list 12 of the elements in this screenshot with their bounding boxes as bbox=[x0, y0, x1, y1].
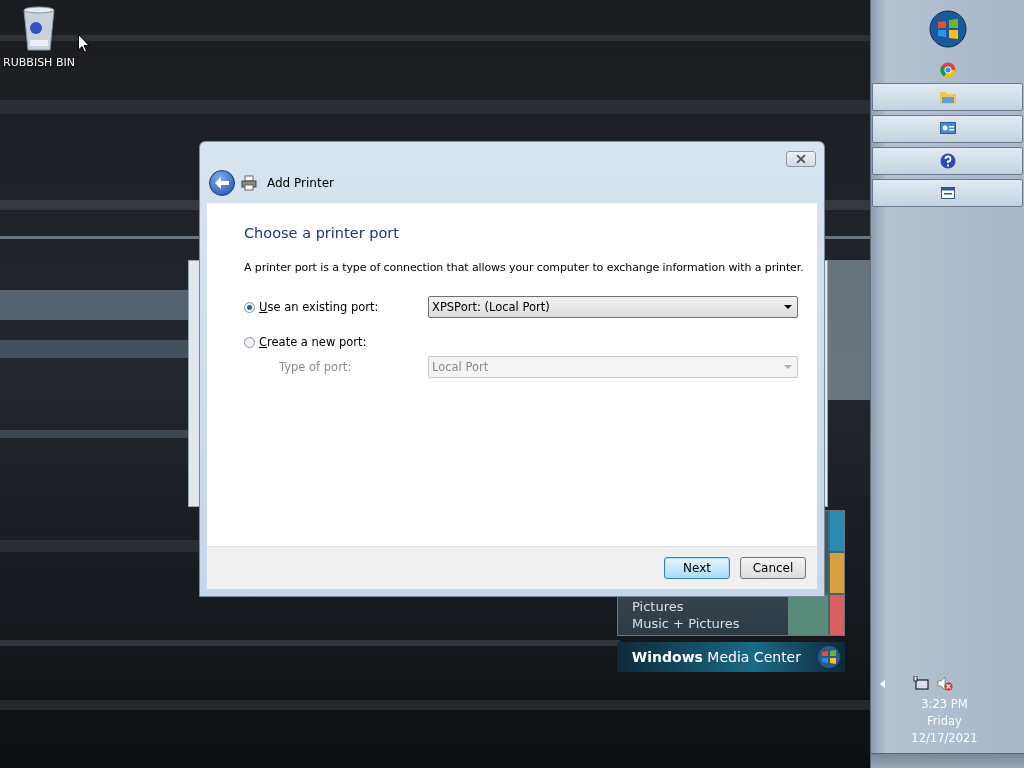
taskbar-button[interactable] bbox=[872, 115, 1023, 143]
taskbar-button[interactable] bbox=[872, 179, 1023, 207]
window-icon bbox=[939, 122, 956, 136]
network-icon[interactable] bbox=[913, 676, 929, 691]
help-icon bbox=[939, 153, 956, 169]
window-icon bbox=[940, 187, 955, 199]
folder-icon bbox=[939, 90, 956, 104]
taskbar-button[interactable] bbox=[872, 147, 1023, 175]
browser-icon[interactable] bbox=[939, 62, 956, 78]
speaker-muted-icon[interactable] bbox=[937, 676, 953, 691]
start-button[interactable] bbox=[928, 10, 967, 48]
taskbar-button[interactable] bbox=[872, 83, 1023, 111]
